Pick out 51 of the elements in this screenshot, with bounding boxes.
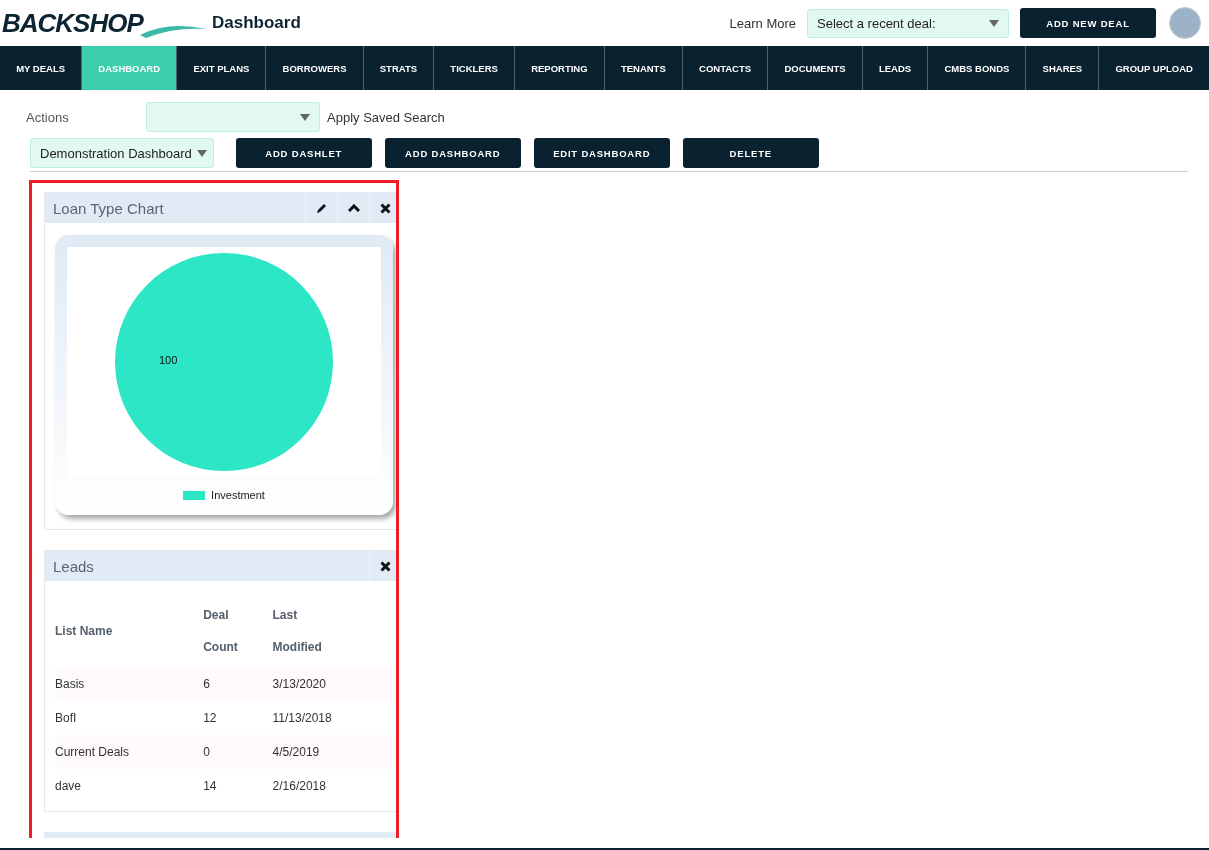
table-cell: 6: [203, 667, 273, 701]
saved-search-label: Apply Saved Search: [327, 109, 445, 125]
table-cell: dave: [55, 769, 204, 803]
table-cell: 3/13/2020: [272, 667, 391, 701]
legend-swatch: [183, 490, 206, 500]
nav-tab[interactable]: BORROWERS: [266, 46, 364, 90]
table-cell: BofI: [55, 701, 204, 735]
table-cell: 4/5/2019: [272, 735, 391, 769]
nav-tab[interactable]: SHARES: [1026, 46, 1100, 90]
nav-tab[interactable]: STRATS: [363, 46, 435, 90]
nav-tab[interactable]: EXIT PLANS: [177, 46, 267, 90]
nav-tab[interactable]: REPORTING: [515, 46, 605, 90]
table-cell: 12: [203, 701, 273, 735]
caret-icon: [196, 149, 207, 157]
table-cell: 14: [203, 769, 273, 803]
nav-tab[interactable]: CONTACTS: [682, 46, 769, 90]
column-header: List Name: [55, 595, 204, 667]
caret-icon: [300, 113, 310, 121]
nav-tab[interactable]: CMBS BONDS: [928, 46, 1027, 90]
toolbar-button[interactable]: DELETE: [682, 138, 819, 168]
add-new-deal-button[interactable]: ADD NEW DEAL: [1020, 8, 1156, 38]
learn-more-link[interactable]: Learn More: [729, 15, 796, 31]
table-cell: Current Deals: [55, 735, 204, 769]
close-icon: [380, 560, 391, 572]
data-label: 100: [159, 354, 178, 366]
dashlet-title: Loan Type Chart: [52, 199, 165, 217]
column-header: Deal Count: [203, 595, 273, 667]
nav-tab[interactable]: LEADS: [862, 46, 929, 90]
table-cell: 2/16/2018: [272, 769, 391, 803]
chevron-up-icon: [347, 204, 360, 212]
logo-wordmark: BACKSHOP: [2, 7, 143, 39]
pencil-icon: [315, 202, 328, 214]
toolbar-button[interactable]: ADD DASHBOARD: [384, 138, 521, 168]
actions-label: Actions: [26, 109, 70, 125]
legend-label: Investment: [211, 489, 265, 501]
toolbar-button[interactable]: ADD DASHLET: [235, 138, 372, 168]
dashlet-title: Leads: [52, 557, 95, 575]
table-cell: 11/13/2018: [272, 701, 391, 735]
nav-tab[interactable]: DOCUMENTS: [768, 46, 863, 90]
dashboard-select[interactable]: Demonstration Dashboard: [30, 138, 214, 168]
nav-tab[interactable]: TENANTS: [604, 46, 683, 90]
caret-icon: [989, 19, 999, 27]
toolbar-button[interactable]: EDIT DASHBOARD: [533, 138, 670, 168]
column-header: Last Modified: [272, 595, 391, 667]
table-cell: Basis: [55, 667, 204, 701]
nav-tab[interactable]: TICKLERS: [434, 46, 515, 90]
close-icon: [380, 202, 391, 214]
page-title: Dashboard: [212, 13, 301, 33]
nav-tab[interactable]: GROUP UPLOAD: [1099, 46, 1209, 90]
recent-deal-select[interactable]: Select a recent deal:: [807, 8, 1009, 38]
table-cell: 0: [203, 735, 273, 769]
